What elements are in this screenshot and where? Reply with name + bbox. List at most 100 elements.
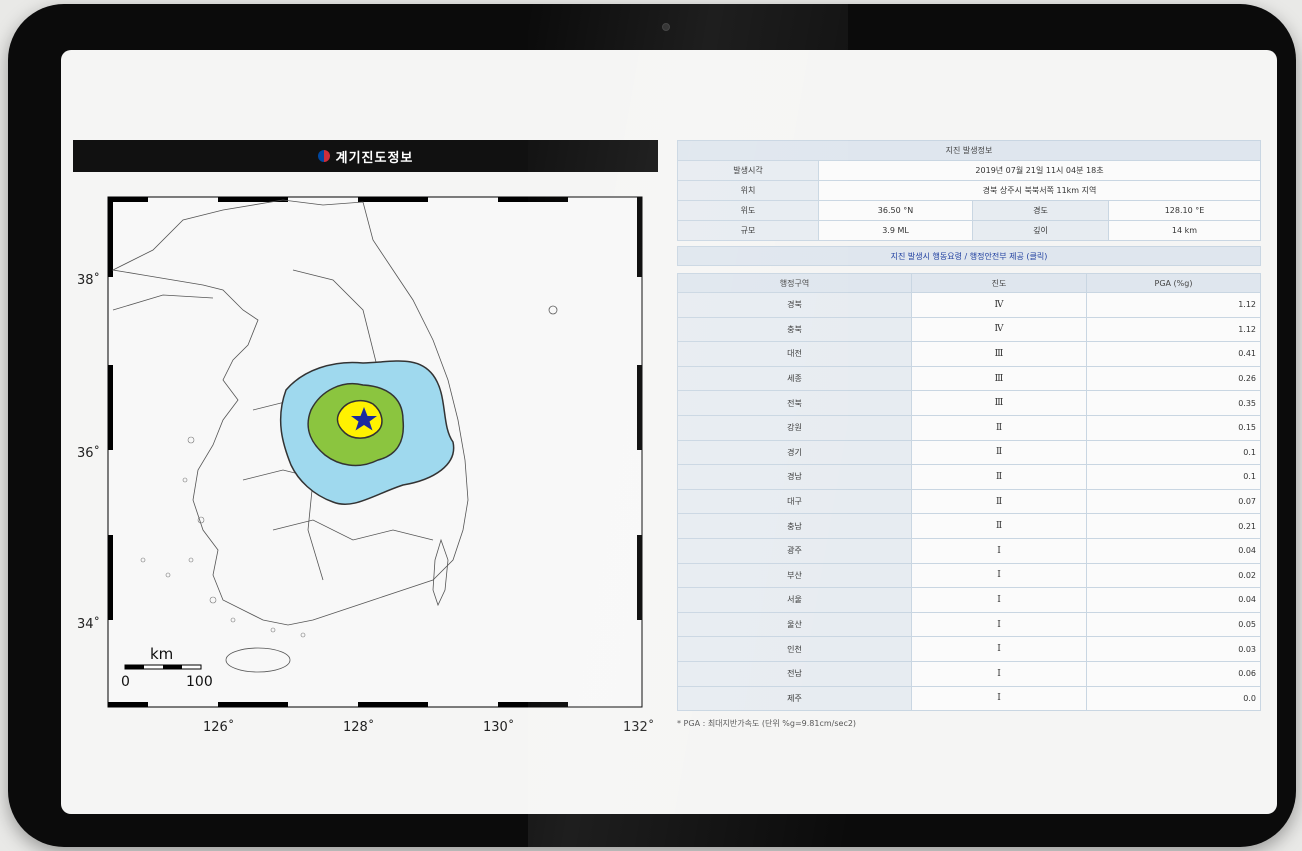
col-header-intensity: 진도 <box>911 273 1087 293</box>
pga-cell: 0.26 <box>1086 365 1261 392</box>
lat-value: 36.50 °N <box>818 200 973 221</box>
table-row: 충북 Ⅳ 1.12 <box>677 316 1261 343</box>
table-row: 부산 Ⅰ 0.02 <box>677 562 1261 589</box>
region-cell: 대전 <box>677 341 912 367</box>
intensity-cell: Ⅱ <box>911 464 1087 490</box>
intensity-map: 38˚ 36˚ 34˚ 126˚ 128˚ 130˚ 132˚ km 0 100 <box>77 196 654 735</box>
region-cell: 부산 <box>677 562 912 589</box>
lat-label-36: 36˚ <box>77 445 100 461</box>
pga-cell: 0.07 <box>1086 488 1261 515</box>
time-label: 발생시각 <box>677 160 819 181</box>
region-cell: 충북 <box>677 316 912 343</box>
intensity-cell: Ⅰ <box>911 537 1087 564</box>
lat-label: 위도 <box>677 200 819 221</box>
table-row: 충남 Ⅱ 0.21 <box>677 513 1261 539</box>
pga-cell: 0.0 <box>1086 685 1261 712</box>
intensity-cell: Ⅰ <box>911 562 1087 589</box>
region-cell: 전남 <box>677 660 912 687</box>
pga-cell: 0.06 <box>1086 660 1261 687</box>
scale-end: 100 <box>186 674 213 690</box>
table-row: 제주 Ⅰ 0.0 <box>677 685 1261 712</box>
intensity-cell: Ⅰ <box>911 611 1087 638</box>
region-cell: 경북 <box>677 292 912 318</box>
pga-cell: 0.1 <box>1086 464 1261 490</box>
earthquake-info-table: 지진 발생정보 발생시각 2019년 07월 21일 11시 04분 18초 위… <box>677 140 1261 241</box>
intensity-cell: Ⅲ <box>911 365 1087 392</box>
lon-label: 경도 <box>972 200 1109 221</box>
magnitude-label: 규모 <box>677 220 819 241</box>
scale-start: 0 <box>121 674 130 690</box>
pga-cell: 1.12 <box>1086 292 1261 318</box>
pga-cell: 0.03 <box>1086 636 1261 662</box>
lat-label-38: 38˚ <box>77 272 100 288</box>
intensity-cell: Ⅱ <box>911 488 1087 515</box>
scale-unit: km <box>150 645 173 663</box>
table-row: 인천 Ⅰ 0.03 <box>677 636 1261 662</box>
pga-cell: 0.1 <box>1086 439 1261 466</box>
tablet-frame: 계기진도정보 38˚ 36˚ 34˚ 126˚ 128˚ 130˚ 132˚ k… <box>8 4 1296 847</box>
table-row: 대전 Ⅲ 0.41 <box>677 341 1261 367</box>
region-cell: 세종 <box>677 365 912 392</box>
table-row: 경기 Ⅱ 0.1 <box>677 439 1261 466</box>
region-table-body: 경북 Ⅳ 1.12 충북 Ⅳ 1.12 대전 Ⅲ 0.41 세종 Ⅲ 0.26 전북 Ⅲ 0.35 강원 Ⅱ 0.… <box>677 292 1261 712</box>
region-cell: 광주 <box>677 537 912 564</box>
map-title: 계기진도정보 <box>335 150 414 166</box>
pga-cell: 0.02 <box>1086 562 1261 589</box>
intensity-cell: Ⅰ <box>911 636 1087 662</box>
intensity-cell: Ⅳ <box>911 292 1087 318</box>
intensity-cell: Ⅱ <box>911 439 1087 466</box>
table-row: 광주 Ⅰ 0.04 <box>677 537 1261 564</box>
pga-cell: 0.21 <box>1086 513 1261 539</box>
col-header-region: 행정구역 <box>677 273 912 293</box>
info-table-title: 지진 발생정보 <box>677 140 1261 161</box>
lon-label-130: 130˚ <box>483 719 514 735</box>
col-header-pga: PGA (%g) <box>1086 273 1261 293</box>
location-value: 경북 상주시 북북서쪽 11km 지역 <box>818 180 1261 201</box>
lon-label-128: 128˚ <box>343 719 374 735</box>
region-cell: 경기 <box>677 439 912 466</box>
table-row: 세종 Ⅲ 0.26 <box>677 365 1261 392</box>
pga-cell: 0.04 <box>1086 587 1261 613</box>
pga-cell: 0.04 <box>1086 537 1261 564</box>
table-row: 경남 Ⅱ 0.1 <box>677 464 1261 490</box>
region-cell: 강원 <box>677 414 912 441</box>
safety-guide-link[interactable]: 지진 발생시 행동요령 / 행정안전부 제공 (클릭) <box>677 246 1261 266</box>
region-cell: 전북 <box>677 390 912 416</box>
location-label: 위치 <box>677 180 819 201</box>
lat-label-34: 34˚ <box>77 616 100 632</box>
safety-guide-link-text: 지진 발생시 행동요령 / 행정안전부 제공 (클릭) <box>890 251 1048 261</box>
region-cell: 경남 <box>677 464 912 490</box>
table-row: 전남 Ⅰ 0.06 <box>677 660 1261 687</box>
intensity-cell: Ⅳ <box>911 316 1087 343</box>
pga-footnote: * PGA : 최대지반가속도 (단위 %g=9.81cm/sec2) <box>677 719 857 728</box>
intensity-cell: Ⅰ <box>911 660 1087 687</box>
intensity-cell: Ⅰ <box>911 587 1087 613</box>
pga-cell: 0.41 <box>1086 341 1261 367</box>
region-cell: 충남 <box>677 513 912 539</box>
pga-cell: 0.15 <box>1086 414 1261 441</box>
region-cell: 인천 <box>677 636 912 662</box>
intensity-cell: Ⅰ <box>911 685 1087 712</box>
lon-label-126: 126˚ <box>203 719 234 735</box>
pga-cell: 1.12 <box>1086 316 1261 343</box>
intensity-cell: Ⅲ <box>911 341 1087 367</box>
intensity-cell: Ⅱ <box>911 513 1087 539</box>
region-cell: 서울 <box>677 587 912 613</box>
camera-icon <box>662 23 670 31</box>
table-row: 대구 Ⅱ 0.07 <box>677 488 1261 515</box>
table-row: 경북 Ⅳ 1.12 <box>677 292 1261 318</box>
map-title-bar: 계기진도정보 <box>73 140 658 172</box>
pga-cell: 0.05 <box>1086 611 1261 638</box>
lon-value: 128.10 °E <box>1108 200 1261 221</box>
region-cell: 울산 <box>677 611 912 638</box>
intensity-cell: Ⅱ <box>911 414 1087 441</box>
time-value: 2019년 07월 21일 11시 04분 18초 <box>818 160 1261 181</box>
magnitude-value: 3.9 ML <box>818 220 973 241</box>
table-row: 강원 Ⅱ 0.15 <box>677 414 1261 441</box>
depth-label: 깊이 <box>972 220 1109 241</box>
region-cell: 제주 <box>677 685 912 712</box>
table-row: 울산 Ⅰ 0.05 <box>677 611 1261 638</box>
region-cell: 대구 <box>677 488 912 515</box>
region-intensity-table: 행정구역 진도 PGA (%g) 경북 Ⅳ 1.12 충북 Ⅳ 1.12 대전 Ⅲ 0.41 세종… <box>677 273 1261 712</box>
screen: 계기진도정보 38˚ 36˚ 34˚ 126˚ 128˚ 130˚ 132˚ k… <box>61 50 1277 814</box>
